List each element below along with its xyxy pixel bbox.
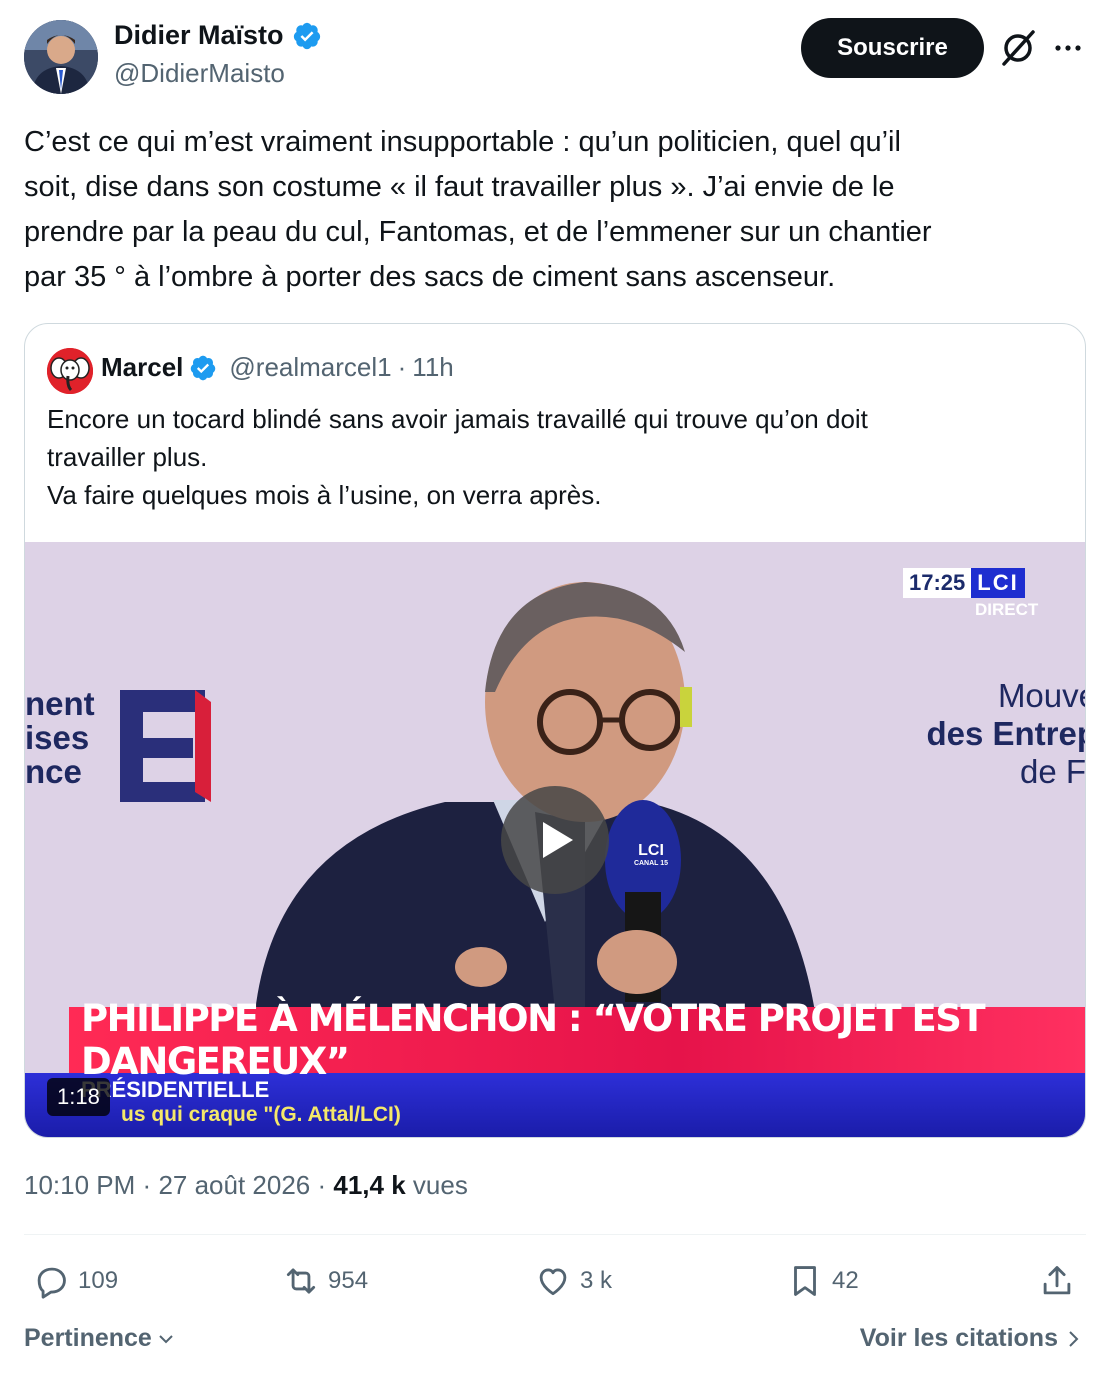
quote-age[interactable]: 11h xyxy=(412,352,453,383)
sort-label: Pertinence xyxy=(24,1324,152,1352)
more-icon[interactable] xyxy=(1052,32,1084,64)
mic-sub-label: CANAL 15 xyxy=(633,860,669,867)
backdrop-line: Mouve xyxy=(997,677,1085,714)
backdrop-line: de Fr xyxy=(1019,753,1086,790)
headline-text: PHILIPPE À MÉLENCHON : “VOTRE PROJET EST… xyxy=(81,997,986,1083)
grok-icon[interactable] xyxy=(998,28,1038,68)
chevron-right-icon xyxy=(1069,1330,1079,1347)
ticker-text: us qui craque "(G. Attal/LCI) xyxy=(121,1103,401,1126)
heart-icon xyxy=(539,1268,567,1296)
verified-badge-icon xyxy=(191,355,216,380)
channel-bug: 17:25 LCI xyxy=(903,568,1025,598)
video-duration: 1:18 xyxy=(47,1078,110,1116)
separator-dot: · xyxy=(397,352,407,382)
elephant-avatar-icon xyxy=(47,348,93,394)
verified-badge-icon xyxy=(293,22,320,49)
author-handle[interactable]: @DidierMaisto xyxy=(114,58,285,89)
live-label: DIRECT xyxy=(975,600,1039,619)
bookmark-count: 42 xyxy=(832,1267,859,1294)
separator-dot: · xyxy=(317,1170,327,1200)
quote-header: Marcel @realmarcel1 · 11h xyxy=(101,352,454,383)
profile-photo-icon xyxy=(24,20,98,94)
like-count: 3 k xyxy=(580,1267,613,1294)
bookmark-button[interactable]: 42 xyxy=(786,1262,859,1300)
mic-flag: LCI CANAL 15 xyxy=(631,842,671,867)
reply-icon xyxy=(37,1267,66,1299)
avatar[interactable] xyxy=(24,20,98,94)
like-button[interactable]: 3 k xyxy=(534,1262,612,1300)
quote-author-name[interactable]: Marcel xyxy=(101,352,183,383)
repost-button[interactable]: 954 xyxy=(282,1262,368,1300)
chevron-down-icon xyxy=(159,1334,173,1343)
views-label: vues xyxy=(412,1170,468,1200)
channel-logo: LCI xyxy=(971,568,1025,598)
quoted-tweet[interactable]: Marcel @realmarcel1 · 11h Encore un toca… xyxy=(24,323,1086,1138)
quote-text: Encore un tocard blindé sans avoir jamai… xyxy=(47,404,868,510)
repost-count: 954 xyxy=(328,1267,369,1294)
tweet-time[interactable]: 10:10 PM xyxy=(24,1170,135,1200)
share-button[interactable] xyxy=(1038,1262,1076,1300)
tweet-date[interactable]: 27 août 2026 xyxy=(158,1170,310,1200)
play-button[interactable] xyxy=(501,786,609,894)
bookmark-icon xyxy=(794,1266,816,1296)
quote-author-handle[interactable]: @realmarcel1 xyxy=(229,352,391,383)
subscribe-button[interactable]: Souscrire xyxy=(801,18,984,78)
broadcast-clock: 17:25 xyxy=(903,568,972,598)
backdrop-text-left: nent ises nce xyxy=(25,687,95,789)
play-icon xyxy=(543,822,573,858)
quote-avatar[interactable] xyxy=(47,348,93,394)
backdrop-line: nent xyxy=(25,685,95,722)
share-icon xyxy=(1043,1266,1071,1295)
reply-button[interactable]: 109 xyxy=(32,1262,118,1300)
author-name[interactable]: Didier Maïsto xyxy=(114,20,322,51)
tweet-meta: 10:10 PM · 27 août 2026 · 41,4 k vues xyxy=(24,1170,468,1201)
headline-bar: PHILIPPE À MÉLENCHON : “VOTRE PROJET EST… xyxy=(69,997,1085,1083)
video-player[interactable]: nent ises nce Mouve des Entrep de Fr 17:… xyxy=(25,542,1086,1137)
backdrop-line: des Entrep xyxy=(926,715,1086,752)
backdrop-line: ises xyxy=(25,719,90,756)
mic-label: LCI xyxy=(638,842,664,859)
view-quotes-label: Voir les citations xyxy=(859,1324,1058,1352)
reply-count: 109 xyxy=(78,1267,119,1294)
repost-icon xyxy=(286,1268,316,1294)
separator-dot: · xyxy=(142,1170,152,1200)
divider xyxy=(24,1234,1086,1235)
author-name-text: Didier Maïsto xyxy=(114,20,284,50)
view-count: 41,4 k xyxy=(333,1170,406,1200)
news-banner: PHILIPPE À MÉLENCHON : “VOTRE PROJET EST… xyxy=(25,997,1085,1137)
view-quotes-link[interactable]: Voir les citations xyxy=(860,1324,1082,1353)
backdrop-line: nce xyxy=(25,753,82,790)
tweet-text: C’est ce qui m’est vraiment insupportabl… xyxy=(24,126,932,293)
backdrop-text-right: Mouve des Entrep de Fr xyxy=(897,677,1086,791)
sort-dropdown[interactable]: Pertinence xyxy=(24,1324,176,1353)
